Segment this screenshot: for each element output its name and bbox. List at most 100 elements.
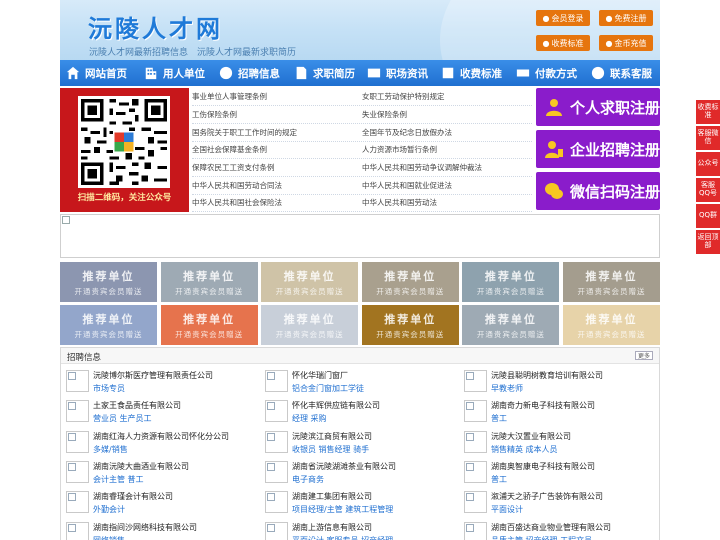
company-logo[interactable] [66, 370, 89, 392]
nav-service[interactable]: 联系客服 [590, 60, 660, 86]
recommend-slot[interactable]: 推荐单位 开通贵宾会员赠送 [261, 305, 359, 345]
company-logo[interactable] [464, 370, 487, 392]
policy-link[interactable]: 人力资源市场暂行条例 [362, 144, 532, 155]
recharge-button[interactable]: ● 金币充值 [599, 35, 653, 51]
policy-link[interactable]: 中华人民共和国就业促进法 [362, 180, 532, 191]
float-official-account[interactable]: 公众号 [696, 152, 720, 176]
float-service-wechat[interactable]: 客服微信 [696, 126, 720, 150]
policy-link[interactable]: 事业单位人事管理条例 [192, 91, 362, 102]
company-logo[interactable] [265, 400, 288, 423]
float-service-qq[interactable]: 客服QQ号 [696, 178, 720, 202]
company-name[interactable]: 湖南沅陵大曲酒业有限公司 [93, 461, 189, 472]
company-name[interactable]: 湖南上游信息有限公司 [292, 522, 372, 533]
company-name[interactable]: 湖南省沅陵湖滩茶业有限公司 [292, 461, 396, 472]
recommend-slot[interactable]: 推荐单位 开通贵宾会员赠送 [361, 305, 459, 345]
site-logo-title[interactable]: 沅陵人才网 [88, 9, 223, 44]
recommend-slot[interactable]: 推荐单位 开通贵宾会员赠送 [361, 262, 459, 302]
company-name[interactable]: 湖南红海人力资源有限公司怀化分公司 [93, 431, 229, 442]
policy-link[interactable]: 工伤保险条例 [192, 109, 362, 120]
register-button[interactable]: ● 免费注册 [599, 10, 653, 26]
company-name[interactable]: 湖南指间沙网络科技有限公司 [93, 522, 197, 533]
company-name[interactable]: 湖南百盛达商业物业管理有限公司 [491, 522, 611, 533]
more-button[interactable]: 更多 [635, 351, 653, 360]
nav-fees[interactable]: 收费标准 [440, 60, 515, 86]
recommend-slot[interactable]: 推荐单位 开通贵宾会员赠送 [462, 262, 560, 302]
job-positions[interactable]: 普工 [491, 474, 507, 485]
job-positions[interactable]: 营业员 生产员工 [93, 413, 152, 424]
company-name[interactable]: 土家王食品责任有限公司 [93, 400, 181, 411]
price-button[interactable]: ● 收费标准 [536, 35, 590, 51]
policy-link[interactable]: 国务院关于职工工作时间的规定 [192, 127, 362, 138]
nav-resume[interactable]: 求职简历 [293, 60, 366, 86]
company-logo[interactable] [464, 460, 487, 483]
policy-link[interactable]: 中华人民共和国社会保险法 [192, 197, 362, 208]
policy-link[interactable]: 中华人民共和国劳动合同法 [192, 180, 362, 191]
job-positions[interactable]: 经理 采购 [292, 413, 327, 424]
ad-banner-broken-image[interactable] [60, 214, 660, 258]
company-logo[interactable] [265, 370, 288, 392]
policy-link[interactable]: 全国年节及纪念日放假办法 [362, 127, 532, 138]
company-name[interactable]: 沅陵滨江商贸有限公司 [292, 431, 372, 442]
company-logo[interactable] [66, 491, 89, 514]
login-button[interactable]: ● 会员登录 [536, 10, 590, 26]
job-positions[interactable]: 外勤会计 [93, 504, 125, 515]
company-logo[interactable] [464, 521, 487, 540]
job-positions[interactable]: 多媒/销售 [93, 444, 128, 455]
float-back-to-top[interactable]: 返回顶部 [696, 230, 720, 254]
company-register-button[interactable]: 企业招聘注册 [536, 130, 660, 168]
recommend-slot[interactable]: 推荐单位 开通贵宾会员赠送 [261, 262, 359, 302]
recommend-slot[interactable]: 推荐单位 开通贵宾会员赠送 [60, 305, 157, 345]
company-name[interactable]: 湖南奥智康电子科技有限公司 [491, 461, 595, 472]
company-logo[interactable] [265, 430, 288, 453]
company-logo[interactable] [66, 430, 89, 453]
float-qq-group[interactable]: QQ群 [696, 204, 720, 228]
company-logo[interactable] [464, 430, 487, 453]
company-logo[interactable] [464, 400, 487, 423]
company-logo[interactable] [265, 491, 288, 514]
company-name[interactable]: 湖南睿瑾会计有限公司 [93, 491, 173, 502]
job-positions[interactable]: 早教老师 [491, 383, 523, 394]
job-positions[interactable]: 收银员 销售经理 骑手 [292, 444, 369, 455]
policy-link[interactable]: 保障农民工工资支付条例 [192, 162, 362, 173]
job-positions[interactable]: 网络销售 [93, 535, 125, 540]
nav-news[interactable]: 职场资讯 [366, 60, 440, 86]
company-name[interactable]: 沅陵博尔斯医疗管理有限责任公司 [93, 370, 213, 381]
nav-home[interactable]: 网站首页 [65, 60, 143, 86]
recommend-slot[interactable]: 推荐单位 开通贵宾会员赠送 [160, 305, 258, 345]
job-positions[interactable]: 平面设计 [491, 504, 523, 515]
policy-link[interactable]: 中华人民共和国劳动法 [362, 197, 532, 208]
job-positions[interactable]: 市场专员 [93, 383, 125, 394]
job-positions[interactable]: 普工 [491, 413, 507, 424]
company-name[interactable]: 怀化丰辉供应链有限公司 [292, 400, 380, 411]
recommend-slot[interactable]: 推荐单位 开通贵宾会员赠送 [160, 262, 258, 302]
recommend-slot[interactable]: 推荐单位 开通贵宾会员赠送 [462, 305, 560, 345]
job-positions[interactable]: 品质主管 招商经理 工程文员 [491, 535, 592, 540]
float-fees[interactable]: 收费标准 [696, 100, 720, 124]
job-positions[interactable]: 项目经理/主管 建筑工程管理 [292, 504, 393, 515]
company-name[interactable]: 湖南建工集团有限公司 [292, 491, 372, 502]
company-logo[interactable] [265, 521, 288, 540]
policy-link[interactable]: 失业保险条例 [362, 109, 532, 120]
company-name[interactable]: 溆浦天之骄子广告装饰有限公司 [491, 491, 603, 502]
policy-link[interactable]: 女职工劳动保护特别规定 [362, 91, 532, 102]
job-positions[interactable]: 平面设计 客服专员 招商经理 [292, 535, 393, 540]
recommend-slot[interactable]: 推荐单位 开通贵宾会员赠送 [60, 262, 157, 302]
personal-register-button[interactable]: 个人求职注册 [536, 88, 660, 126]
job-positions[interactable]: 销售精英 成本人员 [491, 444, 558, 455]
company-logo[interactable] [464, 491, 487, 514]
job-positions[interactable]: 会计主管 普工 [93, 474, 144, 485]
company-name[interactable]: 沅陵大汉置业有限公司 [491, 431, 571, 442]
company-logo[interactable] [66, 400, 89, 423]
wechat-register-button[interactable]: 微信扫码注册 [536, 172, 660, 210]
nav-recruit[interactable]: 招聘信息 [218, 60, 293, 86]
company-name[interactable]: 沅陵县聪明树教育培训有限公司 [491, 370, 603, 381]
recommend-slot[interactable]: 推荐单位 开通贵宾会员赠送 [563, 305, 660, 345]
nav-employers[interactable]: 用人单位 [143, 60, 218, 86]
recommend-slot[interactable]: 推荐单位 开通贵宾会员赠送 [563, 262, 660, 302]
job-positions[interactable]: 铝合金门窗加工学徒 [292, 383, 364, 394]
nav-payment[interactable]: 付款方式 [515, 60, 590, 86]
job-positions[interactable]: 电子商务 [292, 474, 324, 485]
company-logo[interactable] [66, 460, 89, 483]
policy-link[interactable]: 全国社会保障基金条例 [192, 144, 362, 155]
company-logo[interactable] [66, 521, 89, 540]
